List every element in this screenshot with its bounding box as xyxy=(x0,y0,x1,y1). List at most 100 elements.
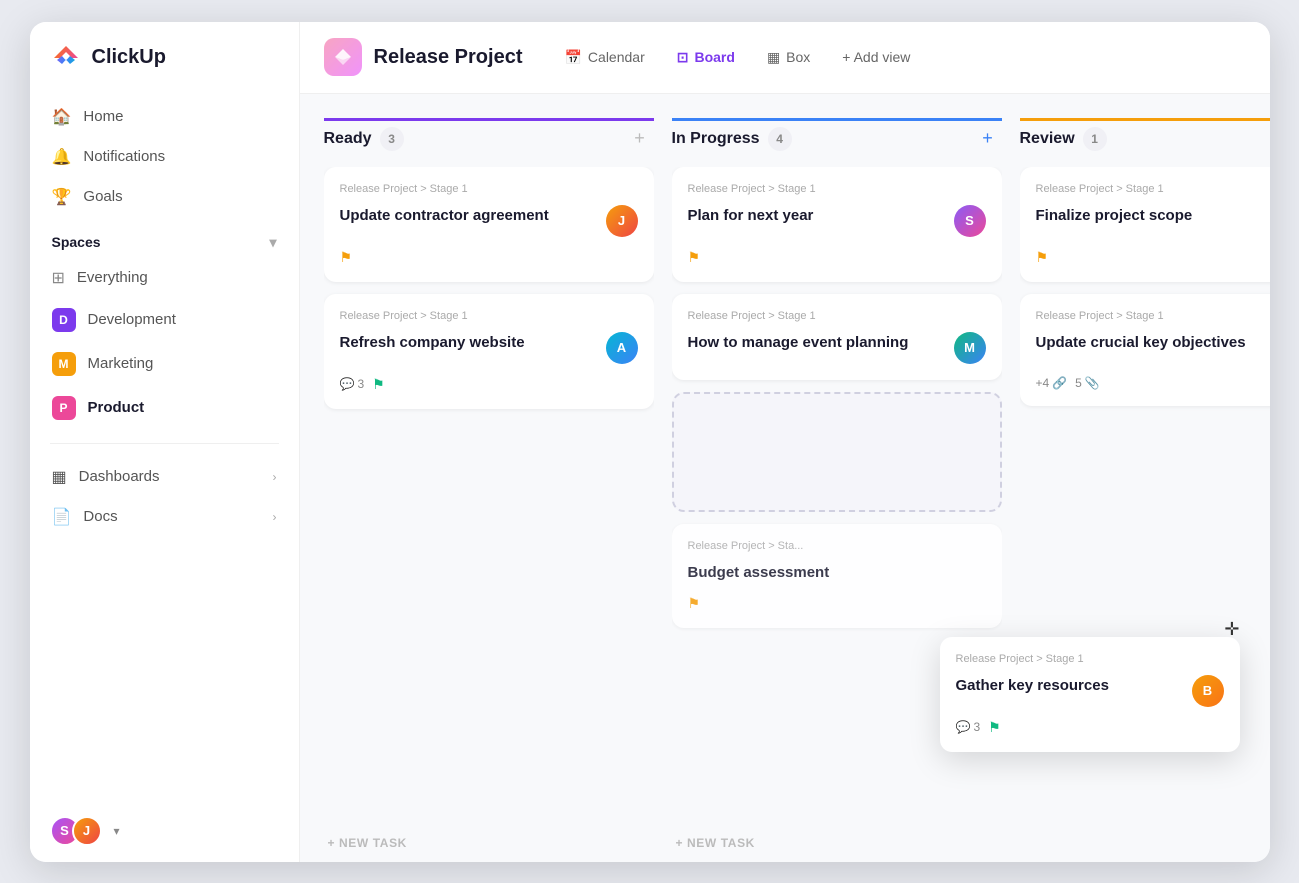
card-meta: Release Project > Sta... xyxy=(688,540,986,552)
floating-drag-card: ✛ Release Project > Stage 1 Gather key r… xyxy=(940,637,1240,752)
dashboards-icon: ▦ xyxy=(52,467,67,487)
task-card[interactable]: Release Project > Sta... Budget assessme… xyxy=(672,524,1002,628)
view-board-btn[interactable]: ⊡ Board xyxy=(663,42,749,73)
column-count-review: 1 xyxy=(1083,127,1107,151)
task-card[interactable]: Release Project > Stage 1 Finalize proje… xyxy=(1020,167,1270,282)
marketing-space-icon: M xyxy=(52,352,76,376)
paperclip-icon: 🔗 xyxy=(1052,376,1067,390)
floating-card-avatar: B xyxy=(1192,675,1224,707)
card-header: Plan for next year S xyxy=(688,205,986,237)
sidebar-item-label: Dashboards xyxy=(79,468,160,485)
avatar: M xyxy=(954,332,986,364)
sidebar-item-notifications[interactable]: 🔔 Notifications xyxy=(40,138,289,176)
add-card-btn-ready[interactable]: + xyxy=(626,125,654,153)
development-space-icon: D xyxy=(52,308,76,332)
project-icon xyxy=(324,38,362,76)
task-card[interactable]: Release Project > Stage 1 Update crucial… xyxy=(1020,294,1270,406)
column-count-in-progress: 4 xyxy=(768,127,792,151)
space-label: Product xyxy=(88,399,145,416)
card-header: Finalize project scope K xyxy=(1036,205,1270,237)
sidebar-item-goals[interactable]: 🏆 Goals xyxy=(40,178,289,216)
card-meta: Release Project > Stage 1 xyxy=(340,183,638,195)
sidebar-item-docs[interactable]: 📄 Docs › xyxy=(40,498,289,536)
sidebar-item-everything[interactable]: ⊞ Everything xyxy=(40,259,289,297)
main-nav: 🏠 Home 🔔 Notifications 🏆 Goals xyxy=(30,98,299,216)
task-card[interactable]: Release Project > Stage 1 How to manage … xyxy=(672,294,1002,380)
sidebar-item-home[interactable]: 🏠 Home xyxy=(40,98,289,136)
docs-icon: 📄 xyxy=(52,507,72,527)
review-cards: Release Project > Stage 1 Finalize proje… xyxy=(1020,167,1270,862)
new-task-btn-in-progress[interactable]: + NEW TASK xyxy=(672,824,1002,862)
add-view-btn[interactable]: + Add view xyxy=(828,42,924,72)
card-footer: ⚑ xyxy=(1036,249,1270,266)
logo-area: ClickUp xyxy=(30,42,299,98)
comment-count: 3 xyxy=(973,720,980,734)
sidebar-item-dashboards[interactable]: ▦ Dashboards › xyxy=(40,458,289,496)
bell-icon: 🔔 xyxy=(52,147,72,167)
calendar-icon: 📅 xyxy=(564,49,581,66)
card-footer: ⚑ xyxy=(688,595,986,612)
add-card-btn-in-progress[interactable]: + xyxy=(974,125,1002,153)
sidebar-item-product[interactable]: P Product xyxy=(40,387,289,429)
sidebar-bottom-nav: ▦ Dashboards › 📄 Docs › xyxy=(30,458,299,536)
sidebar-item-label: Goals xyxy=(83,188,122,205)
drag-placeholder xyxy=(672,392,1002,512)
trophy-icon: 🏆 xyxy=(52,187,72,207)
space-label: Marketing xyxy=(88,355,154,372)
column-title-ready: Ready xyxy=(324,130,372,148)
sidebar-item-marketing[interactable]: M Marketing xyxy=(40,343,289,385)
topbar: Release Project 📅 Calendar ⊡ Board ▦ Box… xyxy=(300,22,1270,94)
card-footer: ⚑ xyxy=(340,249,638,266)
column-header-in-progress: In Progress 4 + xyxy=(672,118,1002,167)
comment-icon: 💬 xyxy=(956,720,971,734)
space-label: Everything xyxy=(77,269,148,286)
chevron-down-icon[interactable]: ▾ xyxy=(269,234,276,251)
box-icon: ▦ xyxy=(767,49,780,66)
flag-icon: ⚑ xyxy=(1036,249,1049,266)
column-title-review: Review xyxy=(1020,130,1075,148)
attachment-badge: 5 📎 xyxy=(1075,376,1100,390)
task-card[interactable]: Release Project > Stage 1 Plan for next … xyxy=(672,167,1002,282)
spaces-section-title: Spaces ▾ xyxy=(30,216,299,259)
card-meta: Release Project > Stage 1 xyxy=(1036,310,1270,322)
sidebar-item-label: Home xyxy=(83,108,123,125)
task-card[interactable]: Release Project > Stage 1 Update contrac… xyxy=(324,167,654,282)
flag-icon: ⚑ xyxy=(688,249,701,266)
flag-icon: ⚑ xyxy=(988,719,1001,736)
flag-icon: ⚑ xyxy=(688,595,701,612)
space-label: Development xyxy=(88,311,176,328)
task-card[interactable]: Release Project > Stage 1 Refresh compan… xyxy=(324,294,654,409)
move-icon: ✛ xyxy=(1224,619,1239,640)
footer-dropdown-icon[interactable]: ▾ xyxy=(114,824,120,838)
comment-badge: 💬 3 xyxy=(956,720,981,734)
clickup-logo-icon xyxy=(50,42,82,74)
card-title: Refresh company website xyxy=(340,332,598,353)
board-icon: ⊡ xyxy=(677,49,689,66)
card-footer: ⚑ xyxy=(688,249,986,266)
card-footer: +4 🔗 5 📎 xyxy=(1036,376,1270,390)
floating-card-meta: Release Project > Stage 1 xyxy=(956,653,1224,665)
user-avatars: S J xyxy=(50,816,102,846)
new-task-btn-ready[interactable]: + NEW TASK xyxy=(324,824,654,862)
extra-count-badge: +4 🔗 xyxy=(1036,376,1068,390)
view-calendar-btn[interactable]: 📅 Calendar xyxy=(550,42,658,73)
app-window: ClickUp 🏠 Home 🔔 Notifications 🏆 Goals S… xyxy=(30,22,1270,862)
avatar-user: J xyxy=(72,816,102,846)
floating-card-header: Gather key resources B xyxy=(956,675,1224,707)
sidebar-item-label: Notifications xyxy=(83,148,165,165)
sidebar-item-label: Docs xyxy=(83,508,117,525)
flag-icon: ⚑ xyxy=(340,249,353,266)
avatar: S xyxy=(954,205,986,237)
sidebar-item-development[interactable]: D Development xyxy=(40,299,289,341)
chevron-right-icon: › xyxy=(273,510,277,524)
card-title: Update crucial key objectives xyxy=(1036,332,1270,353)
grid-icon: ⊞ xyxy=(52,268,65,288)
sidebar-divider xyxy=(50,443,279,444)
board-area: Ready 3 + Release Project > Stage 1 Upda… xyxy=(300,94,1270,862)
card-meta: Release Project > Stage 1 xyxy=(1036,183,1270,195)
view-box-btn[interactable]: ▦ Box xyxy=(753,42,824,73)
card-meta: Release Project > Stage 1 xyxy=(688,310,986,322)
card-header: Update crucial key objectives L xyxy=(1036,332,1270,364)
column-header-ready: Ready 3 + xyxy=(324,118,654,167)
spaces-list: ⊞ Everything D Development M Marketing P… xyxy=(30,259,299,429)
